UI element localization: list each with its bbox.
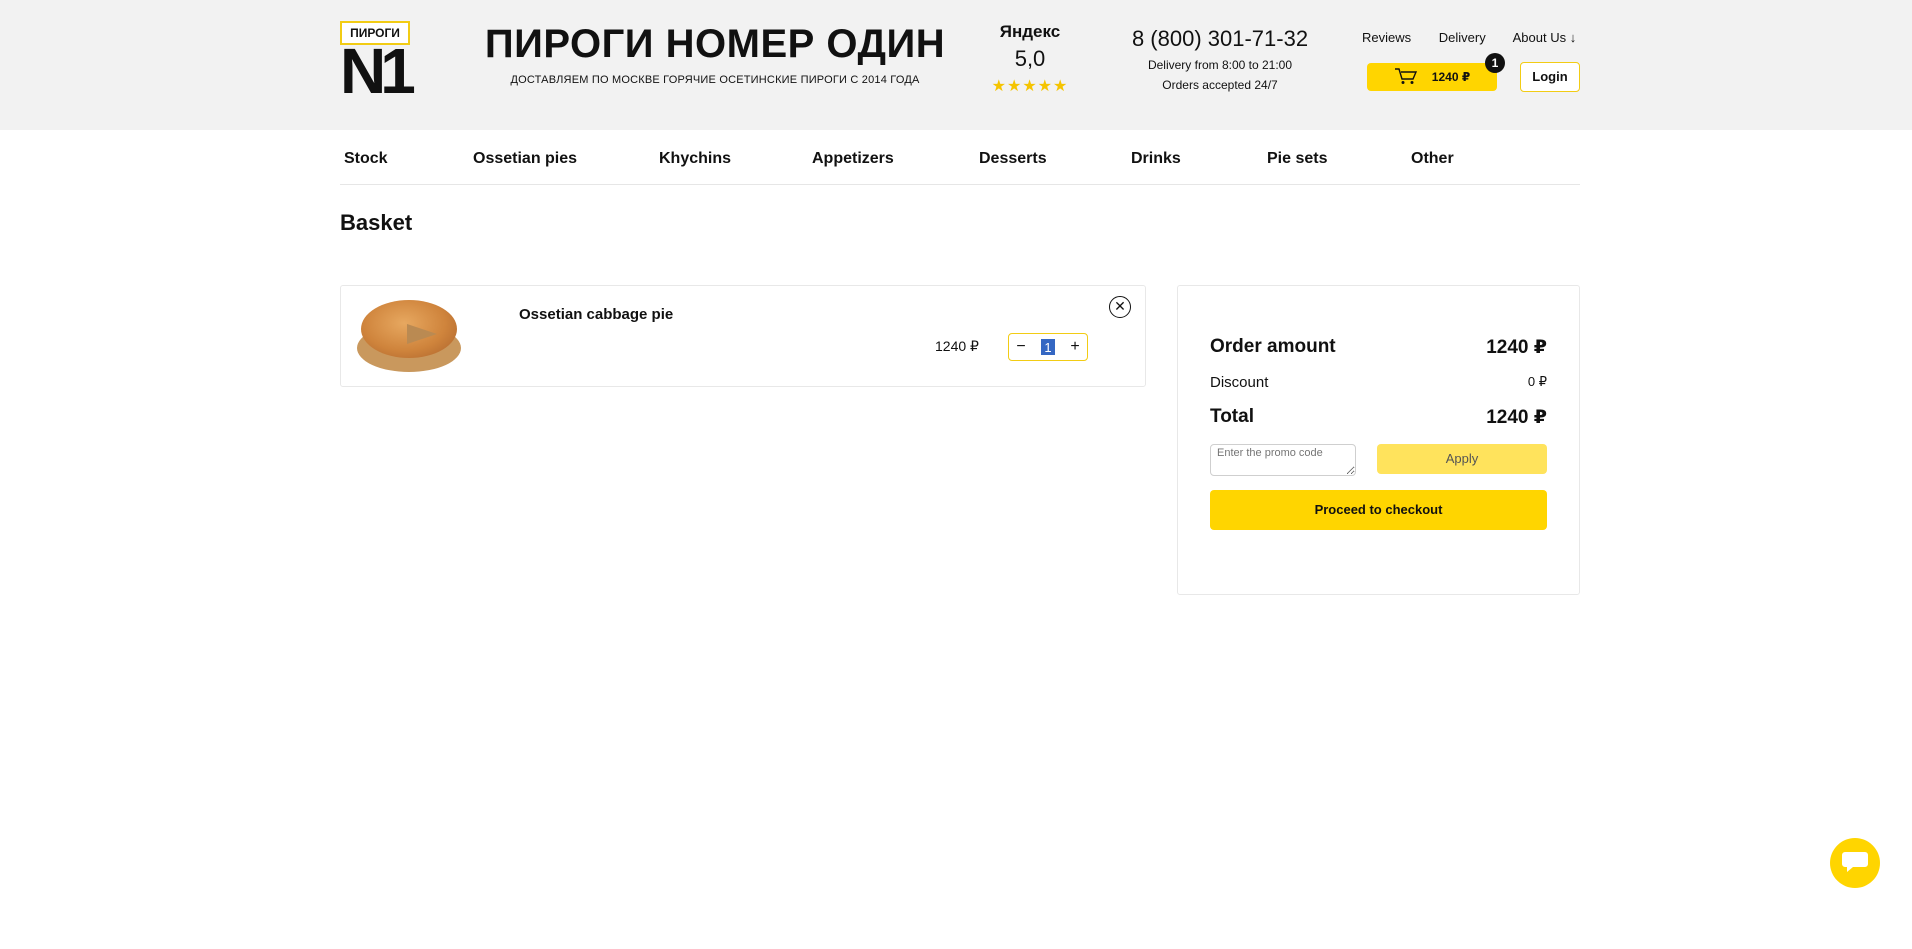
order-amount-label: Order amount — [1210, 336, 1336, 357]
rating-stars: ★★★★★ — [991, 78, 1069, 95]
cart-amount: 1240 ₽ — [1431, 70, 1471, 84]
apply-promo-button[interactable]: Apply — [1377, 444, 1547, 474]
decrease-button[interactable]: − — [1009, 338, 1033, 356]
page-title: Basket — [340, 210, 413, 235]
orders-note: Orders accepted 24/7 — [1162, 78, 1278, 92]
discount-row: Discount 0 ₽ — [1210, 374, 1547, 391]
yandex-rating[interactable]: Яндекс 5,0 ★★★★★ — [980, 22, 1080, 96]
nav-item-pie-sets[interactable]: Pie sets — [1267, 150, 1327, 168]
cart-count-badge: 1 — [1485, 53, 1505, 73]
chat-button[interactable] — [1830, 838, 1880, 888]
order-amount-row: Order amount 1240 ₽ — [1210, 336, 1547, 359]
pie-slice — [407, 324, 437, 344]
nav-item-drinks[interactable]: Drinks — [1131, 150, 1181, 168]
nav-item-khychins[interactable]: Khychins — [659, 150, 731, 168]
total-value: 1240 ₽ — [1486, 407, 1547, 428]
login-button[interactable]: Login — [1520, 62, 1580, 92]
about-us-link[interactable]: About Us ↓ — [1513, 30, 1577, 45]
checkout-button[interactable]: Proceed to checkout — [1210, 490, 1547, 530]
top-links: Reviews Delivery About Us ↓ — [1362, 30, 1600, 45]
nav-item-ossetian-pies[interactable]: Ossetian pies — [473, 150, 577, 168]
rating-score: 5,0 — [1014, 46, 1046, 71]
cart-icon — [1394, 67, 1418, 88]
logo-mark: N1 — [340, 35, 416, 107]
total-row: Total 1240 ₽ — [1210, 406, 1547, 429]
nav-item-other[interactable]: Other — [1411, 150, 1454, 168]
close-icon: ✕ — [1114, 298, 1126, 314]
nav-item-appetizers[interactable]: Appetizers — [812, 150, 894, 168]
order-amount-value: 1240 ₽ — [1486, 337, 1547, 358]
rating-source: Яндекс — [999, 22, 1061, 41]
chat-icon — [1841, 849, 1869, 878]
discount-value: 0 ₽ — [1527, 374, 1547, 389]
promo-code-input[interactable] — [1210, 444, 1356, 476]
brand-subtitle: ДОСТАВЛЯЕМ ПО МОСКВЕ ГОРЯЧИЕ ОСЕТИНСКИЕ … — [510, 74, 920, 86]
brand-title: ПИРОГИ НОМЕР ОДИН — [484, 22, 946, 66]
discount-label: Discount — [1210, 374, 1269, 391]
phone-number[interactable]: 8 (800) 301-71-32 — [1110, 26, 1330, 52]
basket-item: Ossetian cabbage pie 1240 ₽ − + ✕ — [340, 285, 1146, 387]
quantity-input[interactable] — [1041, 339, 1055, 355]
total-label: Total — [1210, 406, 1254, 427]
category-nav: Stock Ossetian pies Khychins Appetizers … — [340, 136, 1580, 185]
order-summary: Order amount 1240 ₽ Discount 0 ₽ Total 1… — [1177, 285, 1580, 595]
delivery-hours: Delivery from 8:00 to 21:00 — [1147, 58, 1293, 72]
cart-button[interactable]: 1240 ₽ — [1367, 63, 1497, 91]
quantity-stepper: − + — [1008, 333, 1088, 361]
site-header: ПИРОГИ N1 ПИРОГИ НОМЕР ОДИН ДОСТАВЛЯЕМ П… — [0, 0, 1912, 130]
delivery-link[interactable]: Delivery — [1439, 30, 1486, 45]
nav-item-desserts[interactable]: Desserts — [979, 150, 1047, 168]
nav-item-stock[interactable]: Stock — [344, 150, 388, 168]
product-price: 1240 ₽ — [935, 338, 979, 354]
product-name[interactable]: Ossetian cabbage pie — [519, 306, 673, 323]
increase-button[interactable]: + — [1063, 338, 1087, 356]
brand: ПИРОГИ НОМЕР ОДИН ДОСТАВЛЯЕМ ПО МОСКВЕ Г… — [480, 16, 950, 86]
product-image[interactable] — [357, 298, 461, 374]
reviews-link[interactable]: Reviews — [1362, 30, 1411, 45]
logo[interactable]: ПИРОГИ N1 — [340, 21, 416, 107]
contact-block: 8 (800) 301-71-32 Delivery from 8:00 to … — [1110, 26, 1330, 92]
remove-item-button[interactable]: ✕ — [1109, 296, 1131, 318]
